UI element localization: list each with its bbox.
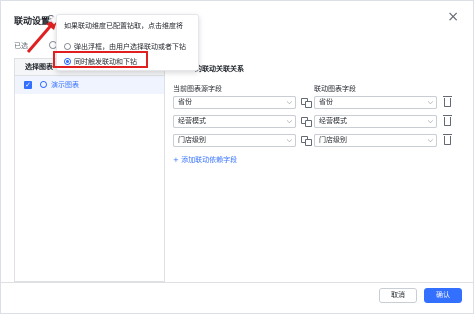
radio-icon[interactable] [64,43,71,50]
source-field-select[interactable]: 门店级别 ⌵ [173,134,296,147]
add-dependency-field-link[interactable]: + 添加联动依赖字段 [173,155,237,165]
delete-row-icon[interactable] [443,96,452,107]
target-field-select[interactable]: 省份 ⌵ [314,96,437,109]
chevron-down-icon: ⌵ [427,136,433,144]
chart-checkbox[interactable]: ✓ [24,81,32,89]
chevron-down-icon: ⌵ [286,98,292,106]
delete-row-icon[interactable] [443,115,452,126]
chart-list-item-label: 演示图表 [51,81,79,89]
source-field-value: 省份 [178,98,192,106]
source-field-value: 经营模式 [178,117,206,125]
cancel-button[interactable]: 取消 [379,288,417,303]
link-icon[interactable] [301,117,312,127]
chevron-down-icon: ⌵ [286,136,292,144]
source-field-value: 门店级别 [178,136,206,144]
target-field-select[interactable]: 门店级别 ⌵ [314,134,437,147]
delete-row-icon[interactable] [443,134,452,145]
target-field-value: 省份 [319,98,333,106]
link-icon[interactable] [301,136,312,146]
chevron-down-icon: ⌵ [286,117,292,125]
relation-section-title: 的联动关联关系 [195,65,244,73]
target-field-header: 联动图表字段 [314,85,356,93]
footer-divider [1,282,473,283]
popover-title: 如果联动维度已配置钻取，点击维度将 [64,22,183,30]
target-field-value: 门店级别 [319,136,347,144]
chevron-down-icon: ⌵ [427,98,433,106]
annotation-highlight-box [53,51,148,68]
confirm-button[interactable]: 确认 [424,288,462,303]
target-field-value: 经营模式 [319,117,347,125]
chevron-down-icon: ⌵ [427,117,433,125]
chart-list-item[interactable]: ✓ 演示图表 [15,76,164,94]
chart-type-icon [40,81,47,88]
close-icon[interactable]: × [447,10,459,24]
source-field-select[interactable]: 经营模式 ⌵ [173,115,296,128]
link-icon[interactable] [301,98,312,108]
target-field-select[interactable]: 经营模式 ⌵ [314,115,437,128]
source-field-header: 当前图表源字段 [173,85,222,93]
source-field-select[interactable]: 省份 ⌵ [173,96,296,109]
chart-select-panel: 选择图表 ✓ 演示图表 [14,58,165,282]
